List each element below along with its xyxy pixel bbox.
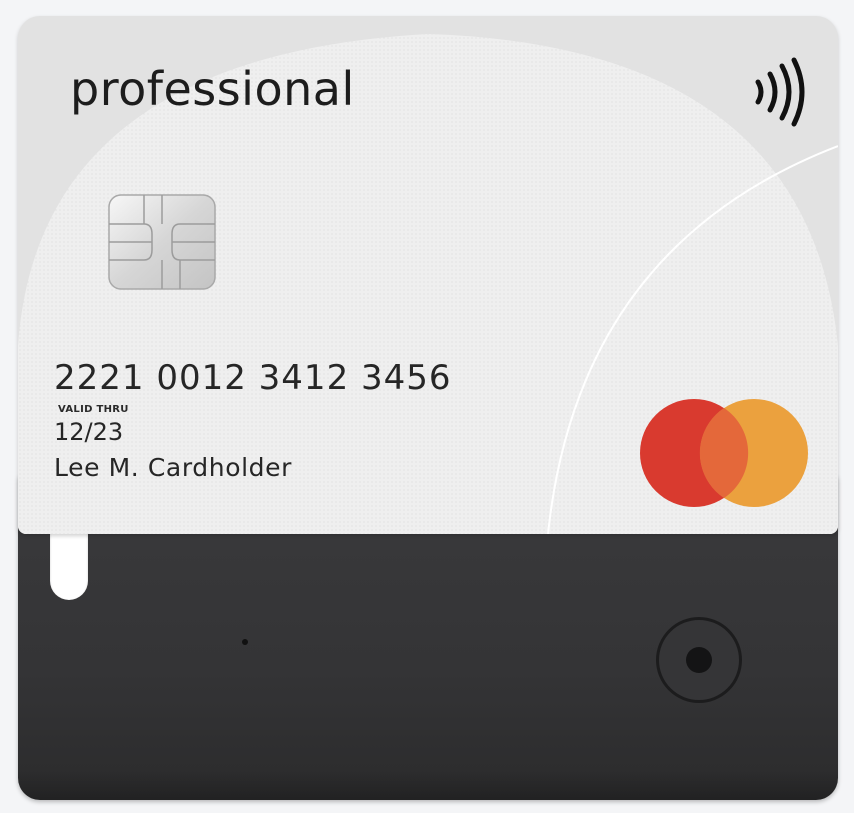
- reader-button-center: [686, 647, 712, 673]
- emv-chip-icon: [108, 194, 216, 290]
- microphone-hole: [242, 639, 248, 645]
- mastercard-logo: [640, 399, 808, 507]
- card-brand-text: professional: [70, 62, 355, 116]
- contactless-icon: [755, 57, 805, 127]
- card-expiry: 12/23: [54, 418, 124, 446]
- card-reader-bottom-shadow: [18, 770, 838, 800]
- cardholder-name: Lee M. Cardholder: [54, 453, 292, 482]
- card-number: 2221 0012 3412 3456: [54, 358, 452, 398]
- valid-thru-label: VALID THRU: [58, 404, 129, 415]
- card-reader-product-image: professional 2221 0012 3412 3456 VALID T…: [0, 0, 854, 813]
- payment-card: professional 2221 0012 3412 3456 VALID T…: [18, 16, 838, 534]
